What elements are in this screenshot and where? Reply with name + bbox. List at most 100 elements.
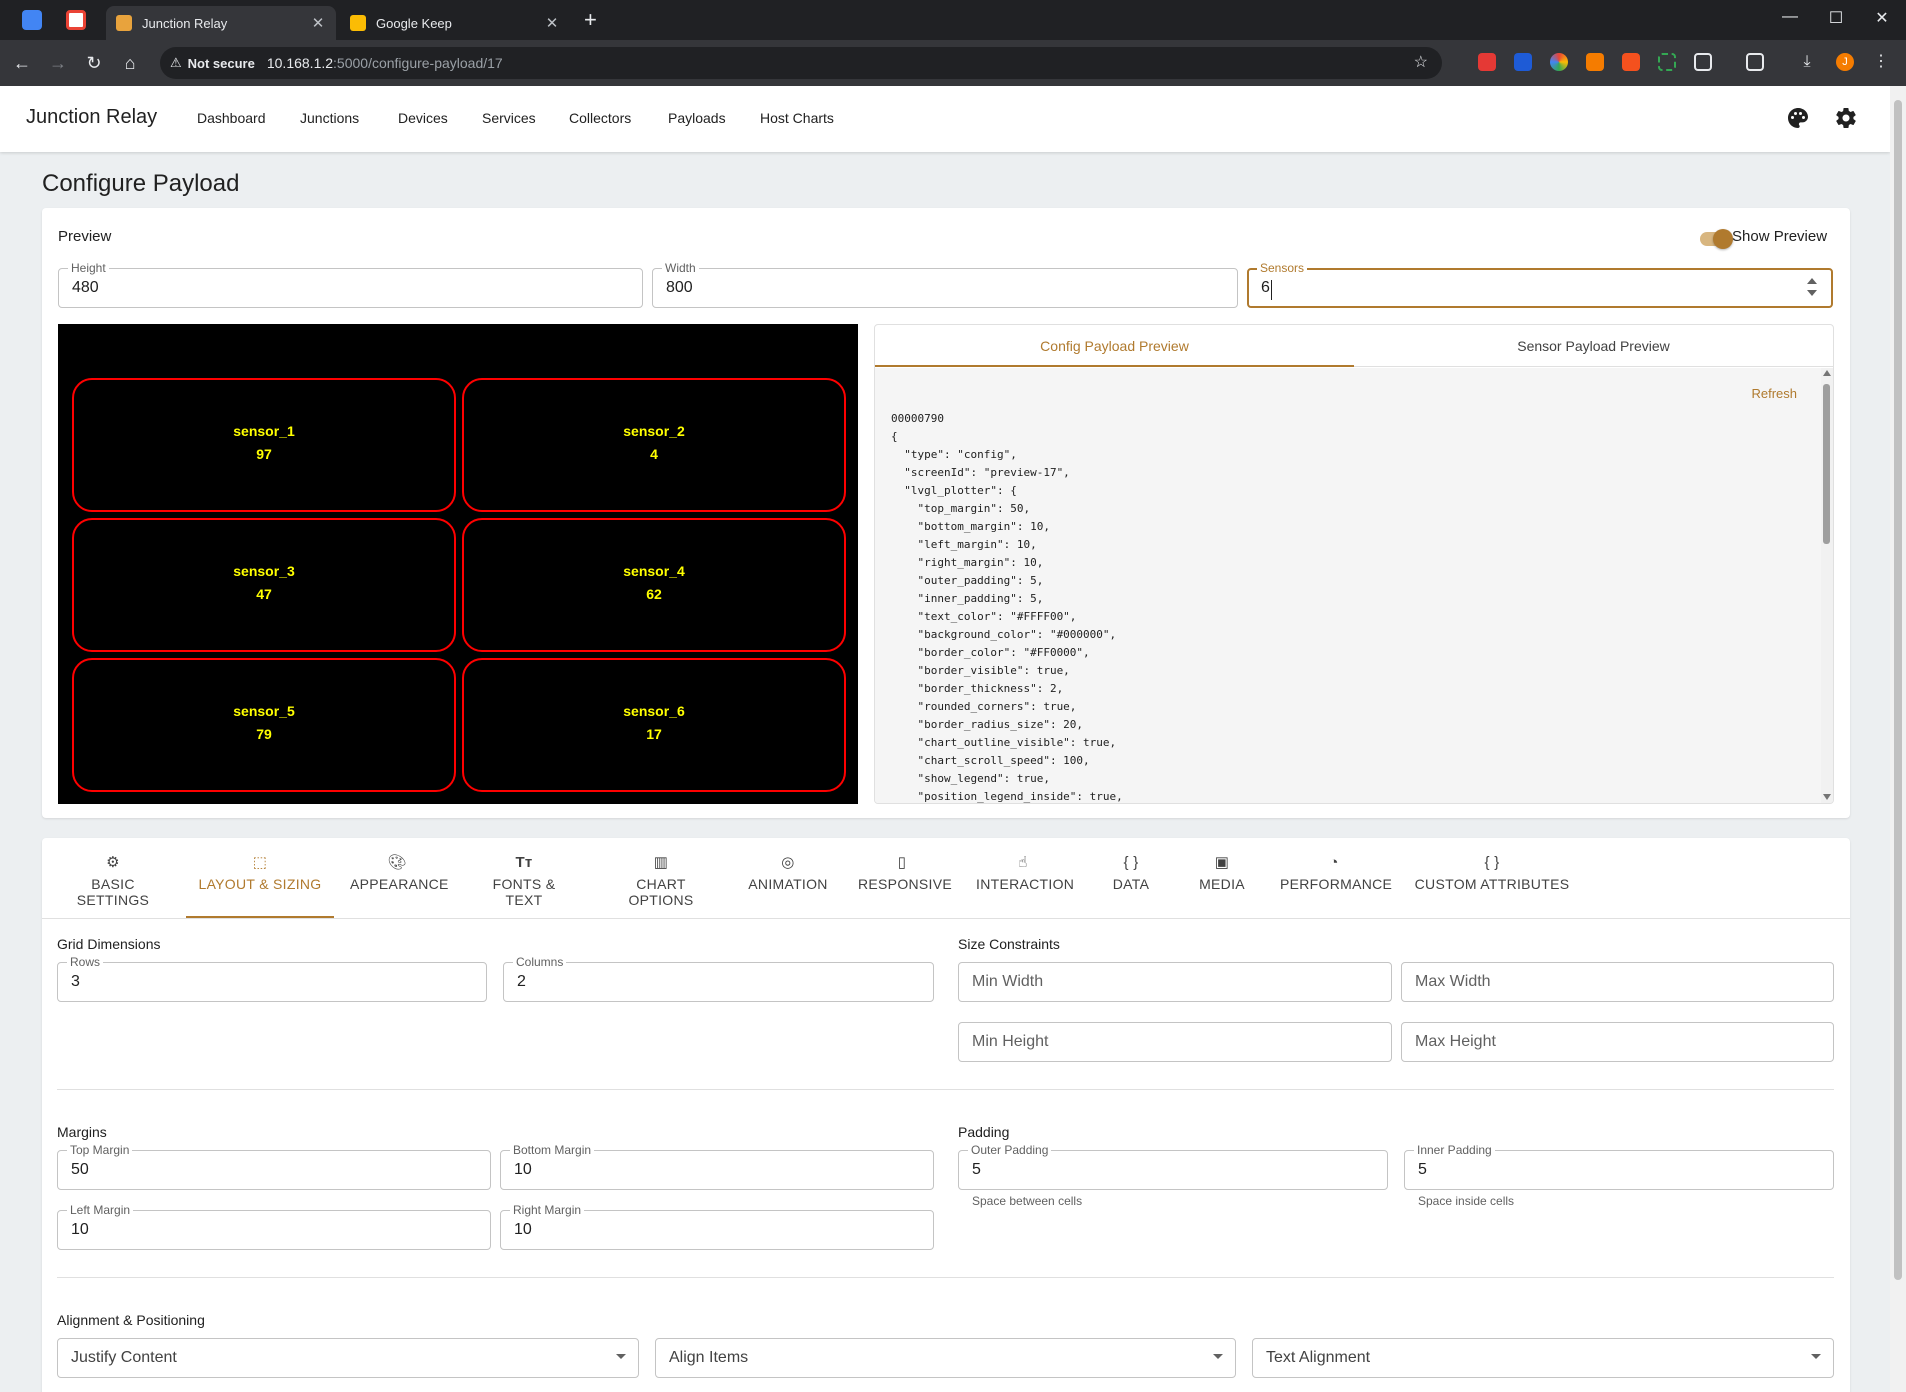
min-height-field[interactable]: Min Height [958, 1022, 1392, 1062]
nav-services[interactable]: Services [482, 110, 536, 126]
left-margin-field[interactable]: Left Margin 10 [57, 1203, 491, 1250]
reload-icon[interactable]: ↻ [82, 51, 106, 75]
tab-performance[interactable]: ◔ PERFORMANCE [1280, 852, 1392, 918]
rows-value[interactable]: 3 [71, 973, 80, 991]
maximize-icon[interactable]: ☐ [1826, 8, 1846, 28]
extension-icon[interactable] [1622, 53, 1640, 71]
inner-padding-label: Inner Padding [1414, 1143, 1495, 1157]
show-preview-toggle[interactable] [1700, 229, 1733, 249]
inner-padding-value[interactable]: 5 [1418, 1161, 1427, 1179]
height-field[interactable]: Height 480 [58, 261, 643, 308]
height-value[interactable]: 480 [72, 279, 99, 297]
code-scrollbar[interactable] [1821, 368, 1833, 803]
show-preview-label[interactable]: Show Preview [1732, 228, 1827, 245]
tab-layout-sizing[interactable]: ⬚ LAYOUT & SIZING [186, 852, 334, 918]
close-tab-icon[interactable]: ✕ [544, 14, 560, 32]
scroll-down-icon[interactable] [1823, 794, 1831, 800]
top-margin-value[interactable]: 50 [71, 1161, 89, 1179]
rows-field[interactable]: Rows 3 [57, 955, 487, 1002]
tab-responsive[interactable]: ▯ RESPONSIVE [858, 852, 952, 918]
browser-menu-icon[interactable]: ⋮ [1872, 53, 1890, 71]
columns-value[interactable]: 2 [517, 973, 526, 991]
forward-icon[interactable]: → [46, 51, 70, 75]
palette-icon[interactable] [1786, 106, 1810, 130]
gmail-pinned-tab-icon[interactable] [66, 10, 86, 30]
window-close-icon[interactable]: ✕ [1872, 8, 1892, 28]
text-alignment-select[interactable]: Text Alignment [1252, 1338, 1834, 1378]
tab-media[interactable]: ▣ MEDIA [1192, 852, 1252, 918]
back-icon[interactable]: ← [10, 51, 34, 75]
minimize-icon[interactable]: — [1780, 8, 1800, 26]
extension-icon[interactable] [1478, 53, 1496, 71]
tab-interaction[interactable]: ☝︎ INTERACTION [976, 852, 1074, 918]
nav-payloads[interactable]: Payloads [668, 110, 726, 126]
tab-search-icon[interactable] [1746, 53, 1764, 71]
width-field[interactable]: Width 800 [652, 261, 1238, 308]
spin-down-icon[interactable] [1807, 290, 1817, 296]
max-width-field[interactable]: Max Width [1401, 962, 1834, 1002]
tab-junction-relay[interactable]: Junction Relay ✕ [106, 6, 336, 40]
close-tab-icon[interactable]: ✕ [310, 14, 326, 32]
screenshot-extension-icon[interactable] [1658, 53, 1676, 71]
tab-sensor-payload[interactable]: Sensor Payload Preview [1354, 325, 1833, 367]
tab-data[interactable]: { } DATA [1100, 852, 1162, 918]
tab-custom-attributes[interactable]: { } CUSTOM ATTRIBUTES [1414, 852, 1570, 918]
sensors-field[interactable]: Sensors 6 [1247, 261, 1833, 308]
nav-dashboard[interactable]: Dashboard [197, 110, 266, 126]
inner-padding-field[interactable]: Inner Padding 5 [1404, 1143, 1834, 1190]
security-indicator[interactable]: Not secure [188, 56, 255, 71]
calendar-pinned-tab-icon[interactable] [22, 10, 42, 30]
toggle-knob[interactable] [1713, 229, 1733, 249]
min-width-field[interactable]: Min Width [958, 962, 1392, 1002]
page-scrollbar-thumb[interactable] [1894, 100, 1902, 1280]
scroll-up-icon[interactable] [1823, 370, 1831, 376]
tab-google-keep[interactable]: Google Keep ✕ [340, 6, 570, 40]
address-bar[interactable]: ⚠ Not secure 10.168.1.2 :5000/configure-… [160, 47, 1442, 79]
tab-chart-options[interactable]: ▥ CHART OPTIONS [604, 852, 718, 918]
color-extension-icon[interactable] [1550, 53, 1568, 71]
top-margin-field[interactable]: Top Margin 50 [57, 1143, 491, 1190]
payload-code-area[interactable]: Refresh 00000790 { "type": "config", "sc… [875, 368, 1833, 803]
bitwarden-extension-icon[interactable] [1514, 53, 1532, 71]
outer-padding-field[interactable]: Outer Padding 5 [958, 1143, 1388, 1190]
tab-appearance[interactable]: 🎨︎ APPEARANCE [350, 852, 448, 918]
browser-tab-bar: Junction Relay ✕ Google Keep ✕ + — ☐ ✕ [0, 0, 1906, 40]
new-tab-icon[interactable]: + [584, 8, 597, 32]
nav-collectors[interactable]: Collectors [569, 110, 631, 126]
app-bar: Junction Relay Dashboard Junctions Devic… [0, 86, 1890, 152]
nav-host-charts[interactable]: Host Charts [760, 110, 834, 126]
gear-icon[interactable] [1834, 106, 1858, 130]
refresh-button[interactable]: Refresh [1751, 386, 1797, 401]
home-icon[interactable]: ⌂ [118, 51, 142, 75]
max-height-field[interactable]: Max Height [1401, 1022, 1834, 1062]
width-value[interactable]: 800 [666, 279, 693, 297]
braces-icon: { } [1484, 854, 1500, 871]
spin-up-icon[interactable] [1807, 278, 1817, 284]
outer-padding-value[interactable]: 5 [972, 1161, 981, 1179]
bookmark-star-icon[interactable]: ☆ [1414, 52, 1428, 72]
left-margin-value[interactable]: 10 [71, 1221, 89, 1239]
nav-junctions[interactable]: Junctions [300, 110, 359, 126]
text-size-icon: Tт [515, 854, 533, 871]
tab-fonts-text[interactable]: Tт FONTS & TEXT [474, 852, 574, 918]
download-icon[interactable]: ⤓ [1798, 53, 1816, 71]
right-margin-value[interactable]: 10 [514, 1221, 532, 1239]
tab-basic-settings[interactable]: ⚙ BASIC SETTINGS [56, 852, 170, 918]
bottom-margin-value[interactable]: 10 [514, 1161, 532, 1179]
profile-avatar[interactable]: J [1836, 53, 1854, 71]
columns-field[interactable]: Columns 2 [503, 955, 934, 1002]
sensors-value[interactable]: 6 [1261, 279, 1270, 297]
tab-config-payload[interactable]: Config Payload Preview [875, 325, 1354, 367]
extensions-puzzle-icon[interactable] [1694, 53, 1712, 71]
align-items-select[interactable]: Align Items [655, 1338, 1236, 1378]
bottom-margin-field[interactable]: Bottom Margin 10 [500, 1143, 934, 1190]
tab-label: ANIMATION [748, 876, 828, 892]
align-items-placeholder: Align Items [669, 1349, 749, 1366]
brand-title[interactable]: Junction Relay [26, 106, 157, 129]
code-scrollbar-thumb[interactable] [1823, 384, 1830, 544]
fox-extension-icon[interactable] [1586, 53, 1604, 71]
nav-devices[interactable]: Devices [398, 110, 448, 126]
right-margin-field[interactable]: Right Margin 10 [500, 1203, 934, 1250]
tab-animation[interactable]: ◎ ANIMATION [748, 852, 828, 918]
justify-content-select[interactable]: Justify Content [57, 1338, 639, 1378]
